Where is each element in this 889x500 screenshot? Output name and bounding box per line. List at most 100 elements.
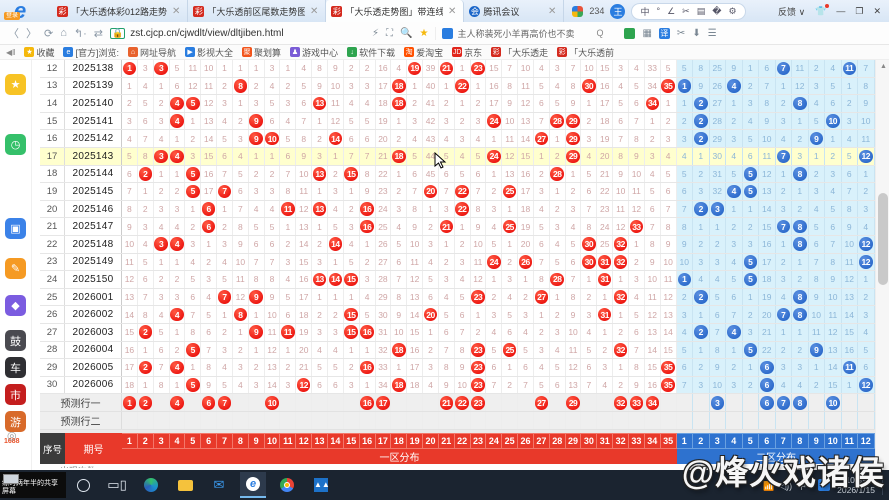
pill-tool-icon[interactable]: ✂ xyxy=(682,6,690,17)
tab-close-icon[interactable]: ✕ xyxy=(446,6,458,17)
download-icon[interactable]: ⬇ xyxy=(692,28,700,39)
trend-cell: 3 xyxy=(550,324,566,341)
bookmark-item[interactable]: ▶影视大全 xyxy=(185,46,233,59)
trend-cell: 4 xyxy=(170,359,186,376)
file-explorer-icon[interactable] xyxy=(172,472,198,498)
translate-icon[interactable]: 译 xyxy=(659,28,670,39)
scissors-icon[interactable]: ✂ xyxy=(677,28,685,39)
pill-tool-icon[interactable]: ∠ xyxy=(667,6,675,17)
gamepad-app-icon[interactable]: ◆ xyxy=(5,295,26,316)
reading-list-button[interactable]: ⇄ xyxy=(94,27,103,40)
back-button[interactable]: 〈 xyxy=(8,25,19,41)
browser-tab[interactable]: 彩「大乐透前区尾数走势图✕ xyxy=(188,0,326,22)
pill-tool-icon[interactable]: ▤ xyxy=(697,6,706,17)
task-view-icon[interactable]: ▭▯ xyxy=(104,472,130,498)
scrollbar-thumb[interactable] xyxy=(878,193,888,285)
login-badge[interactable]: 登录 xyxy=(4,12,20,20)
screen-share-indicator[interactable]: 练习两年半的共享屏幕 xyxy=(0,472,66,498)
trend-cell: 7 xyxy=(138,130,154,147)
collapse-sidebar-icon[interactable]: ◀‖ xyxy=(6,48,15,57)
bookmark-item[interactable]: 彩「大乐透前 xyxy=(557,46,614,59)
screenshot-icon[interactable]: ⛶ xyxy=(386,28,393,39)
trend-cell: 1 xyxy=(391,359,407,376)
trend-cell: 4 xyxy=(597,377,613,394)
row-period: 2025144 xyxy=(65,166,122,183)
refresh-button[interactable]: ⟳ xyxy=(44,27,53,40)
forward-button[interactable]: 〉 xyxy=(26,25,37,41)
trend-cell: 9 xyxy=(613,166,629,183)
recent-button[interactable]: ↰· xyxy=(74,27,87,40)
tray-icons[interactable]: 📶 ◁)) 中 xyxy=(763,479,811,492)
edge-icon[interactable] xyxy=(138,472,164,498)
lightning-icon[interactable]: ⚡ xyxy=(372,28,379,39)
pill-tool-icon[interactable]: ° xyxy=(656,6,660,16)
trend-cell: 1 xyxy=(858,166,875,183)
chrome-icon[interactable] xyxy=(274,472,300,498)
browser-tab[interactable]: 彩「大乐透走势图」带连线✕ xyxy=(326,0,464,22)
star-app-icon[interactable]: ★ xyxy=(5,74,26,95)
pen-app-icon[interactable]: ✎ xyxy=(5,258,26,279)
bookmark-item[interactable]: ⌂网址导航 xyxy=(128,46,176,59)
close-button[interactable]: ✕ xyxy=(873,6,881,17)
apps-grid-icon[interactable]: ▦ xyxy=(642,28,651,39)
racing-app-icon[interactable]: 车 xyxy=(5,357,26,378)
bookmark-item[interactable]: ★收藏 xyxy=(24,46,54,59)
trend-cell: 2 xyxy=(792,130,809,147)
pill-tool-icon[interactable]: � xyxy=(712,6,721,17)
browser-logo[interactable]: e 登录 xyxy=(0,0,52,22)
mail-icon[interactable]: ✉ xyxy=(206,472,232,498)
favorite-star-icon[interactable]: ★ xyxy=(419,28,428,39)
photos-icon[interactable]: ▲▲ xyxy=(308,472,334,498)
browser-tab[interactable]: 会腾讯会议✕ xyxy=(464,0,564,22)
tab-close-icon[interactable]: ✕ xyxy=(546,6,558,17)
bookmark-item[interactable]: JD京东 xyxy=(452,46,482,59)
miss-count: 6 xyxy=(507,327,512,337)
red-ball: 5 xyxy=(186,97,200,111)
scrollbar[interactable]: ▲ xyxy=(875,60,889,470)
bookmark-item[interactable]: 聚聚划算 xyxy=(242,46,281,59)
bookmark-item[interactable]: 淘爱淘宝 xyxy=(404,46,443,59)
market-app-icon[interactable]: 市 xyxy=(5,384,26,405)
clock-app-icon[interactable]: ◷ xyxy=(5,134,26,155)
search-hotword[interactable]: 主人称装死小羊再高价也不卖 xyxy=(457,27,574,40)
game2-app-icon[interactable]: 游 xyxy=(5,411,26,432)
blue-ball: 12 xyxy=(859,237,873,251)
taskbar-clock[interactable]: 10:392026/1/15 xyxy=(837,475,875,495)
bookmark-item[interactable]: 彩「大乐透走 xyxy=(491,46,548,59)
address-bar[interactable]: 🔒 zst.cjcp.cn/cjwdlt/view/dltjiben.html xyxy=(110,25,365,42)
speed-dial-icon[interactable] xyxy=(572,6,583,17)
search-circle-icon[interactable] xyxy=(70,472,96,498)
bookmark-item[interactable]: ↓软件下载 xyxy=(347,46,395,59)
qq-browser-icon[interactable]: e xyxy=(240,472,266,498)
pill-tool-icon[interactable]: 中 xyxy=(640,5,649,18)
home-button[interactable]: ⌂ xyxy=(60,27,67,39)
tray-icon[interactable]: ◁)) xyxy=(779,481,792,491)
tab-close-icon[interactable]: ✕ xyxy=(308,6,320,17)
search-icon[interactable]: Q xyxy=(596,28,603,38)
briefcase-app-icon[interactable]: ▣ xyxy=(5,218,26,239)
tray-icon[interactable]: 📶 xyxy=(763,481,774,491)
drum-app-icon[interactable]: 鼓 xyxy=(5,330,26,351)
wallet-icon[interactable] xyxy=(624,28,635,39)
bookmark-item[interactable]: ♟游戏中心 xyxy=(290,46,338,59)
url-text[interactable]: zst.cjcp.cn/cjwdlt/view/dltjiben.html xyxy=(130,28,283,39)
pill-tool-icon[interactable]: ⚙ xyxy=(728,6,736,17)
maximize-button[interactable]: ❐ xyxy=(855,6,863,17)
user-avatar[interactable]: 王 xyxy=(610,4,625,19)
miss-count: 20 xyxy=(521,239,530,249)
zoom-page-icon[interactable]: 🔍 xyxy=(400,28,412,39)
browser-tab[interactable]: 彩「大乐透体彩012路走势✕ xyxy=(52,0,188,22)
bookmark-item[interactable]: e[官方]浏览: xyxy=(63,46,119,59)
tab-close-icon[interactable]: ✕ xyxy=(170,6,182,17)
tray-icon[interactable]: 中 xyxy=(797,481,806,491)
scroll-up-icon[interactable]: ▲ xyxy=(880,63,887,70)
menu-icon[interactable]: ☰ xyxy=(708,28,717,39)
show-desktop-divider[interactable] xyxy=(882,475,883,495)
minimize-button[interactable]: — xyxy=(836,6,845,16)
wardrobe-icon[interactable]: 👕 xyxy=(815,6,826,17)
trend-cell: 4 xyxy=(170,394,186,411)
meeting-tray-icon[interactable] xyxy=(818,479,830,491)
feedback-button[interactable]: 反馈 ∨ xyxy=(778,5,805,18)
search-box[interactable]: 主人称装死小羊再高价也不卖 Q xyxy=(435,27,603,40)
trend-cell: 2 xyxy=(154,271,170,288)
